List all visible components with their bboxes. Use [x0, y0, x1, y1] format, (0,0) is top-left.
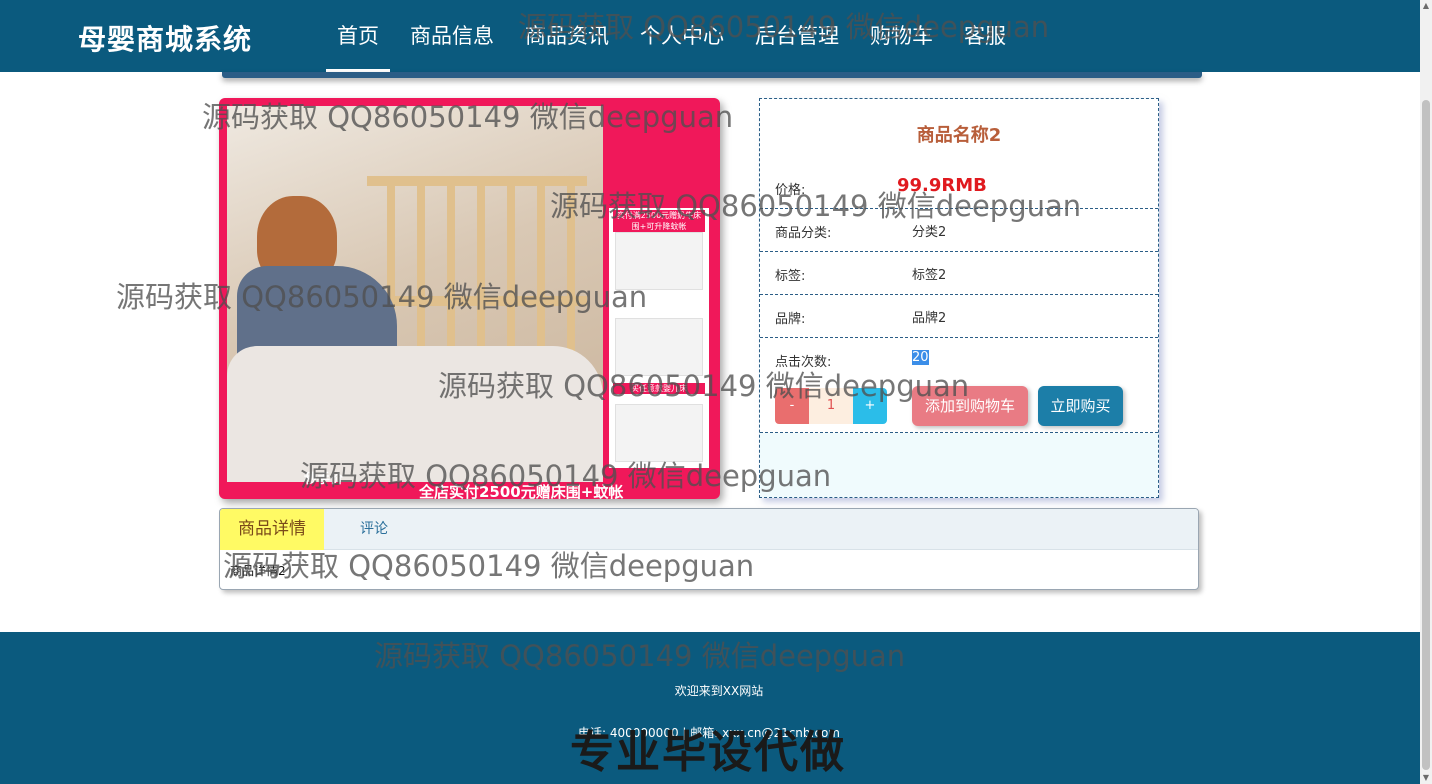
clicks-label: 点击次数: [775, 355, 832, 370]
clicks-row: 点击次数: 20 [760, 338, 1158, 381]
tag-label: 标签: [775, 269, 806, 284]
category-value: 分类2 [912, 225, 947, 240]
tag-value: 标签2 [912, 268, 947, 283]
product-info-panel: 商品名称2 价格: 99.9RMB 商品分类: 分类2 标签: 标签2 品牌: … [759, 98, 1159, 498]
vertical-scrollbar[interactable]: ▲ ▼ [1420, 0, 1432, 784]
category-label: 商品分类: [775, 226, 832, 241]
nav-customer-service[interactable]: 客服 [953, 0, 1017, 72]
product-photo [227, 106, 603, 482]
brand-value: 品牌2 [912, 311, 947, 326]
footer: 欢迎来到XX网站 电话: 400000000 | 邮箱: xxx.cn@21cn… [0, 632, 1420, 784]
product-name: 商品名称2 [916, 125, 1002, 146]
nav-news[interactable]: 商品资讯 [514, 0, 620, 72]
brand-row: 品牌: 品牌2 [760, 295, 1158, 338]
purchase-actions: - + 添加到购物车 立即购买 [760, 380, 1158, 433]
promo-card-3 [615, 404, 703, 462]
promo-card-1 [615, 232, 703, 290]
price-value: 99.9RMB [897, 175, 987, 196]
tab-content-text: 商品详情2 [230, 564, 286, 578]
scroll-up-icon[interactable]: ▲ [1420, 0, 1432, 12]
image-banner: 全店实付2500元赠床围+蚊帐 [419, 483, 624, 499]
quantity-decrease-button[interactable]: - [775, 388, 809, 424]
product-image[interactable]: 实付满2500元赠奶牛床围+可升降蚊帐 买任意款婴儿床 秒手价 全店实付2500… [219, 98, 720, 499]
promo-label-2: 买任意款婴儿床 [613, 383, 705, 394]
category-row: 商品分类: 分类2 [760, 209, 1158, 252]
nav-products[interactable]: 商品信息 [399, 0, 505, 72]
header-shadow-strip [222, 72, 1202, 78]
price-label: 价格: [775, 183, 806, 198]
scroll-down-icon[interactable]: ▼ [1420, 772, 1432, 784]
scroll-thumb[interactable] [1422, 100, 1430, 770]
product-header: 商品名称2 价格: 99.9RMB [760, 99, 1158, 209]
footer-welcome: 欢迎来到XX网站 [674, 684, 764, 698]
promo-card-2 [615, 318, 703, 376]
clicks-number: 20 [912, 350, 929, 365]
clicks-value: 20 [912, 350, 929, 365]
nav-home[interactable]: 首页 [326, 0, 390, 72]
image-caption: 秒手价 [304, 472, 344, 487]
brand-label: 品牌: [775, 312, 806, 327]
footer-contact: 电话: 400000000 | 邮箱: xxx.cn@21cnb.com [578, 726, 840, 740]
tab-comments[interactable]: 评论 [360, 509, 388, 550]
main-nav: 首页 商品信息 商品资讯 个人中心 后台管理 购物车 客服 [326, 0, 1026, 72]
promo-side-panel: 实付满2500元赠奶牛床围+可升降蚊帐 买任意款婴儿床 [609, 208, 709, 468]
blanket-graphic [227, 346, 603, 482]
site-logo-title[interactable]: 母婴商城系统 [78, 18, 252, 58]
buy-now-button[interactable]: 立即购买 [1038, 386, 1123, 426]
promo-label-1: 实付满2500元赠奶牛床围+可升降蚊帐 [613, 210, 705, 232]
quantity-increase-button[interactable]: + [853, 388, 887, 424]
nav-cart[interactable]: 购物车 [859, 0, 944, 72]
tag-row: 标签: 标签2 [760, 252, 1158, 295]
nav-admin[interactable]: 后台管理 [744, 0, 850, 72]
top-navigation-bar: 母婴商城系统 首页 商品信息 商品资讯 个人中心 后台管理 购物车 客服 [0, 0, 1420, 72]
page: 母婴商城系统 首页 商品信息 商品资讯 个人中心 后台管理 购物车 客服 实付满… [0, 0, 1432, 784]
add-to-cart-button[interactable]: 添加到购物车 [912, 386, 1028, 426]
quantity-input[interactable] [809, 388, 853, 424]
tabs-header: 商品详情 评论 [220, 509, 1198, 550]
tab-product-detail[interactable]: 商品详情 [220, 509, 324, 550]
product-tabs: 商品详情 评论 商品详情2 [219, 508, 1199, 590]
nav-user-center[interactable]: 个人中心 [629, 0, 735, 72]
